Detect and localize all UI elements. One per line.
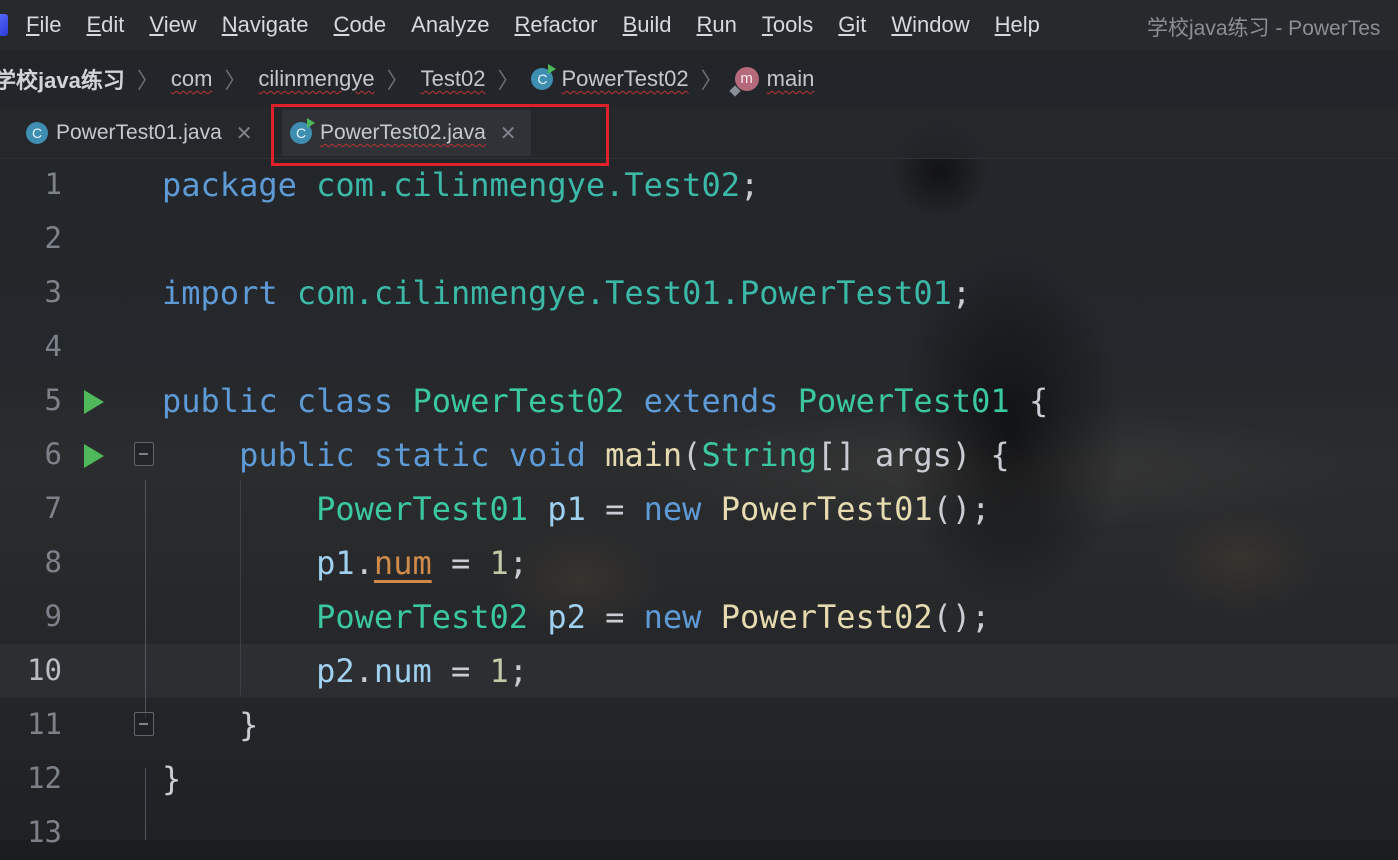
- editor-tab-bar: C PowerTest01.java ✕ C PowerTest02.java …: [0, 106, 1398, 159]
- code-line-7[interactable]: PowerTest01 p1 = new PowerTest01();: [162, 482, 990, 536]
- chevron-right-icon: 〉: [497, 68, 520, 93]
- fold-guide: [145, 768, 146, 840]
- breadcrumb-package-cilinmengye[interactable]: cilinmengye: [258, 66, 374, 92]
- menu-git[interactable]: Git: [838, 12, 866, 38]
- line-number: 11: [27, 707, 62, 741]
- breadcrumb: 学校java练习 〉 com 〉 cilinmengye 〉 Test02 〉 …: [0, 54, 814, 104]
- menu-run[interactable]: Run: [697, 12, 737, 38]
- chevron-right-icon: 〉: [700, 68, 723, 93]
- menu-file[interactable]: File: [26, 12, 61, 38]
- code-line-1[interactable]: package com.cilinmengye.Test02;: [162, 158, 759, 212]
- tab-label: PowerTest01.java: [56, 121, 222, 144]
- code-line-12[interactable]: }: [162, 752, 181, 806]
- line-number: 12: [27, 761, 62, 795]
- line-number: 5: [44, 383, 62, 417]
- method-icon: m: [728, 67, 759, 97]
- menu-edit[interactable]: Edit: [86, 12, 124, 38]
- breadcrumb-method[interactable]: m main: [728, 66, 814, 97]
- line-number: 4: [44, 329, 62, 363]
- menu-bar: File Edit View Navigate Code Analyze Ref…: [0, 0, 1398, 50]
- breadcrumb-project[interactable]: 学校java练习: [0, 63, 125, 95]
- breadcrumb-package-com[interactable]: com: [171, 66, 213, 92]
- field-num-warning: num: [373, 544, 432, 582]
- code-line-9[interactable]: PowerTest02 p2 = new PowerTest02();: [162, 590, 990, 644]
- line-number-current: 10: [27, 653, 62, 687]
- menu-build[interactable]: Build: [623, 12, 672, 38]
- code-line-11[interactable]: }: [162, 698, 258, 752]
- class-icon: C: [26, 122, 48, 144]
- fold-icon[interactable]: [134, 712, 154, 736]
- fold-guide: [145, 480, 146, 718]
- chevron-right-icon: 〉: [386, 68, 409, 93]
- menu-navigate[interactable]: Navigate: [222, 12, 309, 38]
- class-icon: C: [531, 64, 557, 90]
- line-number: 3: [44, 275, 62, 309]
- menu-window[interactable]: Window: [891, 12, 969, 38]
- line-number: 2: [44, 221, 62, 255]
- window-title: 学校java练习 - PowerTes: [1147, 17, 1381, 40]
- tab-powertest01[interactable]: C PowerTest01.java ✕: [18, 110, 261, 156]
- line-number: 8: [44, 545, 62, 579]
- chevron-right-icon: 〉: [224, 68, 247, 93]
- app-logo-icon: [0, 14, 8, 36]
- line-number: 9: [44, 599, 62, 633]
- line-number: 13: [27, 815, 62, 849]
- close-icon[interactable]: ✕: [236, 121, 253, 146]
- line-number: 1: [44, 167, 62, 201]
- menu-view[interactable]: View: [149, 12, 196, 38]
- menu-refactor[interactable]: Refactor: [514, 12, 597, 38]
- code-line-10[interactable]: p2.num = 1;: [162, 644, 528, 698]
- menu-help[interactable]: Help: [995, 12, 1040, 38]
- fold-icon[interactable]: [134, 442, 154, 466]
- code-line-6[interactable]: public static void main(String[] args) {: [162, 428, 1010, 482]
- code-line-3[interactable]: import com.cilinmengye.Test01.PowerTest0…: [162, 266, 971, 320]
- menu-analyze[interactable]: Analyze: [411, 12, 489, 38]
- line-number: 6: [44, 437, 62, 471]
- run-main-icon[interactable]: [84, 444, 104, 468]
- chevron-right-icon: 〉: [136, 68, 159, 93]
- code-line-8[interactable]: p1.num = 1;: [162, 536, 528, 590]
- run-class-icon[interactable]: [84, 390, 104, 414]
- code-editor[interactable]: 1 2 3 4 5 6 7 8 9 10 11 12 13 package co…: [0, 158, 1398, 849]
- line-number: 7: [44, 491, 62, 525]
- code-line-5[interactable]: public class PowerTest02 extends PowerTe…: [162, 374, 1048, 428]
- breadcrumb-class[interactable]: C PowerTest02: [531, 64, 689, 92]
- menu-code[interactable]: Code: [334, 12, 387, 38]
- breadcrumb-package-test02[interactable]: Test02: [421, 66, 486, 92]
- menu-tools[interactable]: Tools: [762, 12, 813, 38]
- annotation-highlight-box: [271, 104, 609, 166]
